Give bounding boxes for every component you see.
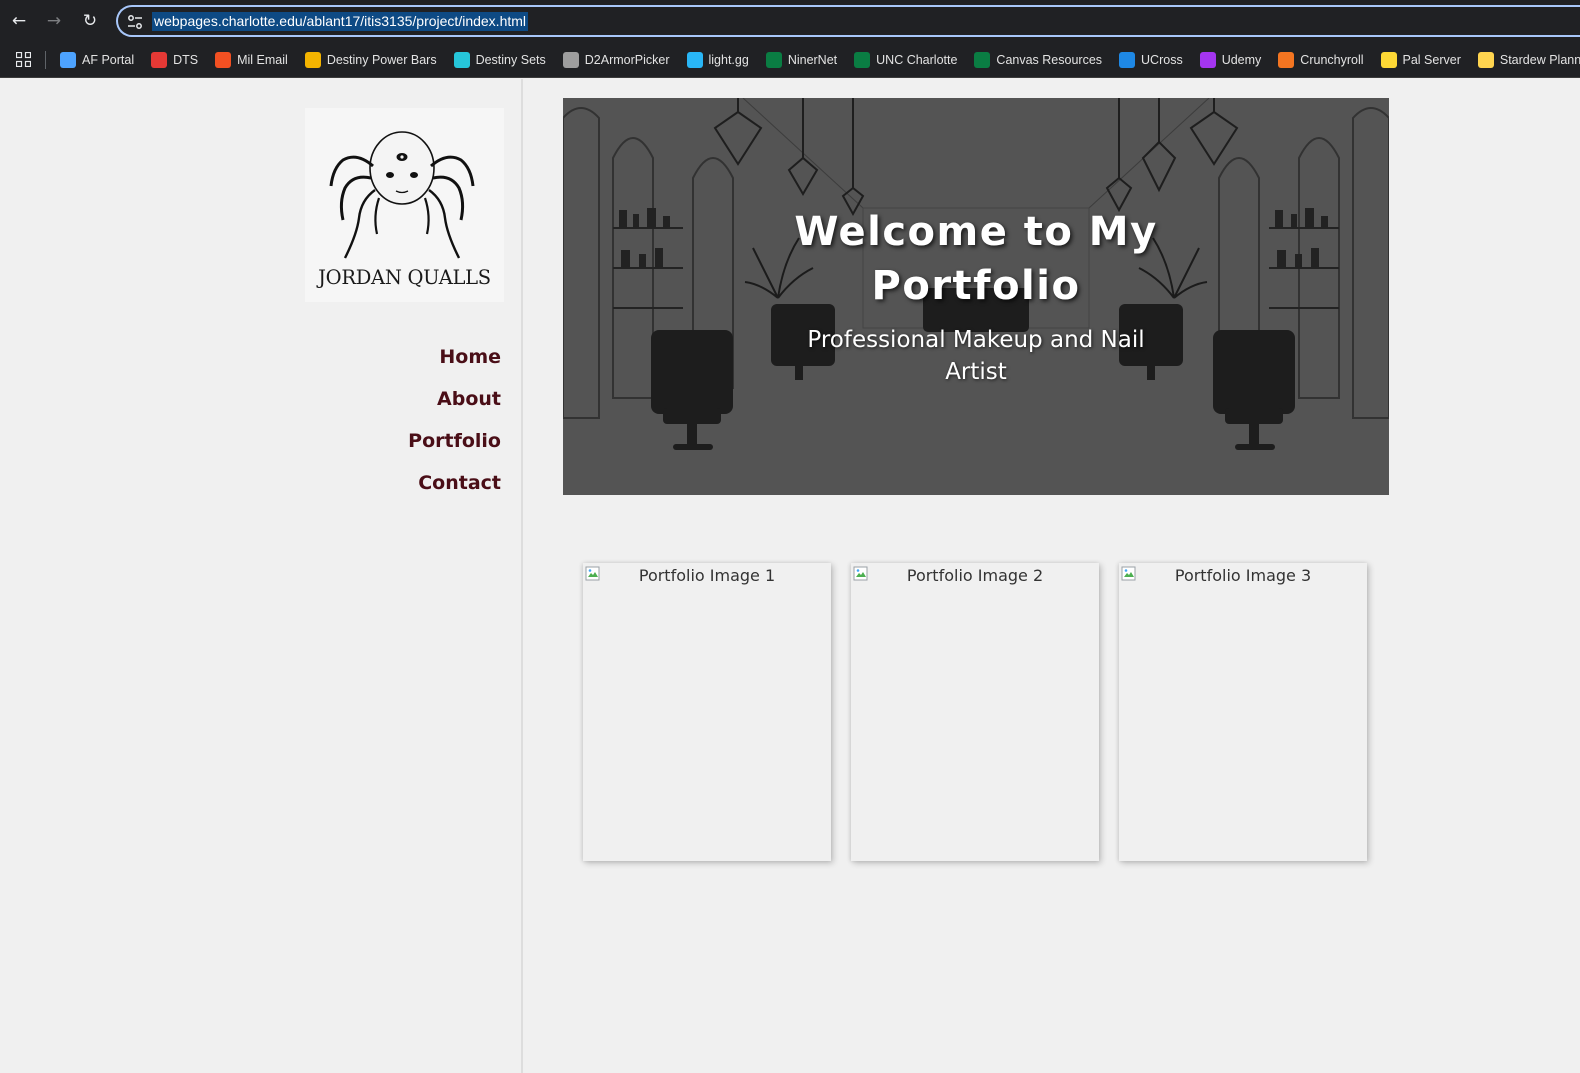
bookmark-unc-charlotte[interactable]: UNC Charlotte xyxy=(854,52,957,68)
bar-chart-icon xyxy=(304,52,321,68)
portfolio-gallery: Portfolio Image 1 Portfolio Image 2 Port… xyxy=(583,563,1373,863)
logo-text: JORDAN QUALLS xyxy=(318,266,491,289)
image-alt-text: Portfolio Image 3 xyxy=(1174,566,1312,585)
portfolio-image-3[interactable]: Portfolio Image 3 xyxy=(1119,563,1367,861)
image-alt-text: Portfolio Image 2 xyxy=(906,566,1044,585)
nav-about-link[interactable]: About xyxy=(408,384,501,426)
cloud-icon xyxy=(1119,52,1136,68)
nav-contact-link[interactable]: Contact xyxy=(408,468,501,510)
reload-icon[interactable]: ↻ xyxy=(78,9,102,33)
bookmark-label: AF Portal xyxy=(82,53,135,67)
gear-icon xyxy=(562,52,579,68)
bookmark-mil-email[interactable]: Mil Email xyxy=(215,52,288,68)
logo[interactable]: JORDAN QUALLS xyxy=(305,108,504,302)
bookmark-label: D2ArmorPicker xyxy=(584,53,670,67)
image-alt-text: Portfolio Image 1 xyxy=(638,566,776,585)
bookmark-label: light.gg xyxy=(708,53,749,67)
hero-banner: Welcome to My Portfolio Professional Mak… xyxy=(563,98,1389,495)
dts-shield-icon xyxy=(151,52,168,68)
bookmark-label: Pal Server xyxy=(1402,53,1461,67)
pal-icon xyxy=(1380,52,1397,68)
bookmark-label: Crunchyroll xyxy=(1300,53,1364,67)
bookmark-label: Destiny Power Bars xyxy=(326,53,437,67)
portfolio-image-2[interactable]: Portfolio Image 2 xyxy=(851,563,1099,861)
microsoft-icon xyxy=(215,52,232,68)
portfolio-image-1[interactable]: Portfolio Image 1 xyxy=(583,563,831,861)
diamond-icon xyxy=(453,52,470,68)
af-portal-icon xyxy=(60,52,76,68)
main-nav: Home About Portfolio Contact xyxy=(408,342,501,510)
sidebar: JORDAN QUALLS Home About Portfolio Conta… xyxy=(0,79,523,1073)
bookmark-pal-server[interactable]: Pal Server xyxy=(1380,52,1461,68)
nav-portfolio-link[interactable]: Portfolio xyxy=(408,426,501,468)
niner-icon xyxy=(765,52,782,68)
apps-grid-icon[interactable] xyxy=(16,52,31,67)
bookmark-crunchyroll[interactable]: Crunchyroll xyxy=(1278,52,1364,68)
url-text[interactable]: webpages.charlotte.edu/ablant17/itis3135… xyxy=(152,12,529,31)
bookmark-ucross[interactable]: UCross xyxy=(1119,52,1183,68)
bookmark-stardew-planner-duo[interactable]: Stardew Planner Duo xyxy=(1477,52,1580,68)
bookmark-label: Mil Email xyxy=(237,53,288,67)
site-info-icon[interactable] xyxy=(126,13,144,31)
bookmark-udemy[interactable]: Udemy xyxy=(1199,52,1262,68)
forward-icon[interactable]: → xyxy=(42,9,66,33)
hero-subtitle: Professional Makeup and Nail Artist xyxy=(807,327,1145,385)
bookmark-label: Canvas Resources xyxy=(996,53,1103,67)
bookmark-ninernet[interactable]: NinerNet xyxy=(765,52,838,68)
hero-title: Welcome to My Portfolio xyxy=(794,209,1158,309)
bookmark-lightgg[interactable]: light.gg xyxy=(686,52,749,68)
bookmark-label: Stardew Planner Duo xyxy=(1499,53,1580,67)
bookmark-dts[interactable]: DTS xyxy=(151,52,198,68)
bookmarks-bar: AF Portal DTS Mil Email Destiny Power Ba… xyxy=(0,42,1580,78)
bookmark-destiny-sets[interactable]: Destiny Sets xyxy=(453,52,546,68)
bookmark-label: NinerNet xyxy=(787,53,838,67)
browser-toolbar: ← → ↻ webpages.charlotte.edu/ablant17/it… xyxy=(0,0,1580,42)
nav-home-link[interactable]: Home xyxy=(408,342,501,384)
bookmark-label: Udemy xyxy=(1221,53,1262,67)
lightgg-icon xyxy=(686,52,703,68)
bookmark-label: UNC Charlotte xyxy=(876,53,958,67)
bookmark-destiny-power-bars[interactable]: Destiny Power Bars xyxy=(304,52,437,68)
hero-text: Welcome to My Portfolio Professional Mak… xyxy=(563,98,1389,495)
bookmark-canvas-resources[interactable]: Canvas Resources xyxy=(974,52,1102,68)
bookmark-label: Destiny Sets xyxy=(475,53,546,67)
bookmark-d2armorpicker[interactable]: D2ArmorPicker xyxy=(562,52,670,68)
stardew-icon xyxy=(1477,52,1494,68)
crunchyroll-icon xyxy=(1278,52,1295,68)
bookmark-af-portal[interactable]: AF Portal xyxy=(60,52,134,68)
spider-head-illustration-icon xyxy=(329,131,475,259)
niner-icon xyxy=(974,52,991,68)
bookmark-label: DTS xyxy=(173,53,199,67)
bookmark-label: UCross xyxy=(1141,53,1183,67)
bookmark-list: AF Portal DTS Mil Email Destiny Power Ba… xyxy=(60,42,1580,78)
udemy-icon xyxy=(1199,52,1216,68)
niner-icon xyxy=(854,52,871,68)
bookmarks-divider xyxy=(45,51,46,69)
back-icon[interactable]: ← xyxy=(7,9,31,33)
address-bar[interactable]: webpages.charlotte.edu/ablant17/itis3135… xyxy=(116,5,1580,37)
